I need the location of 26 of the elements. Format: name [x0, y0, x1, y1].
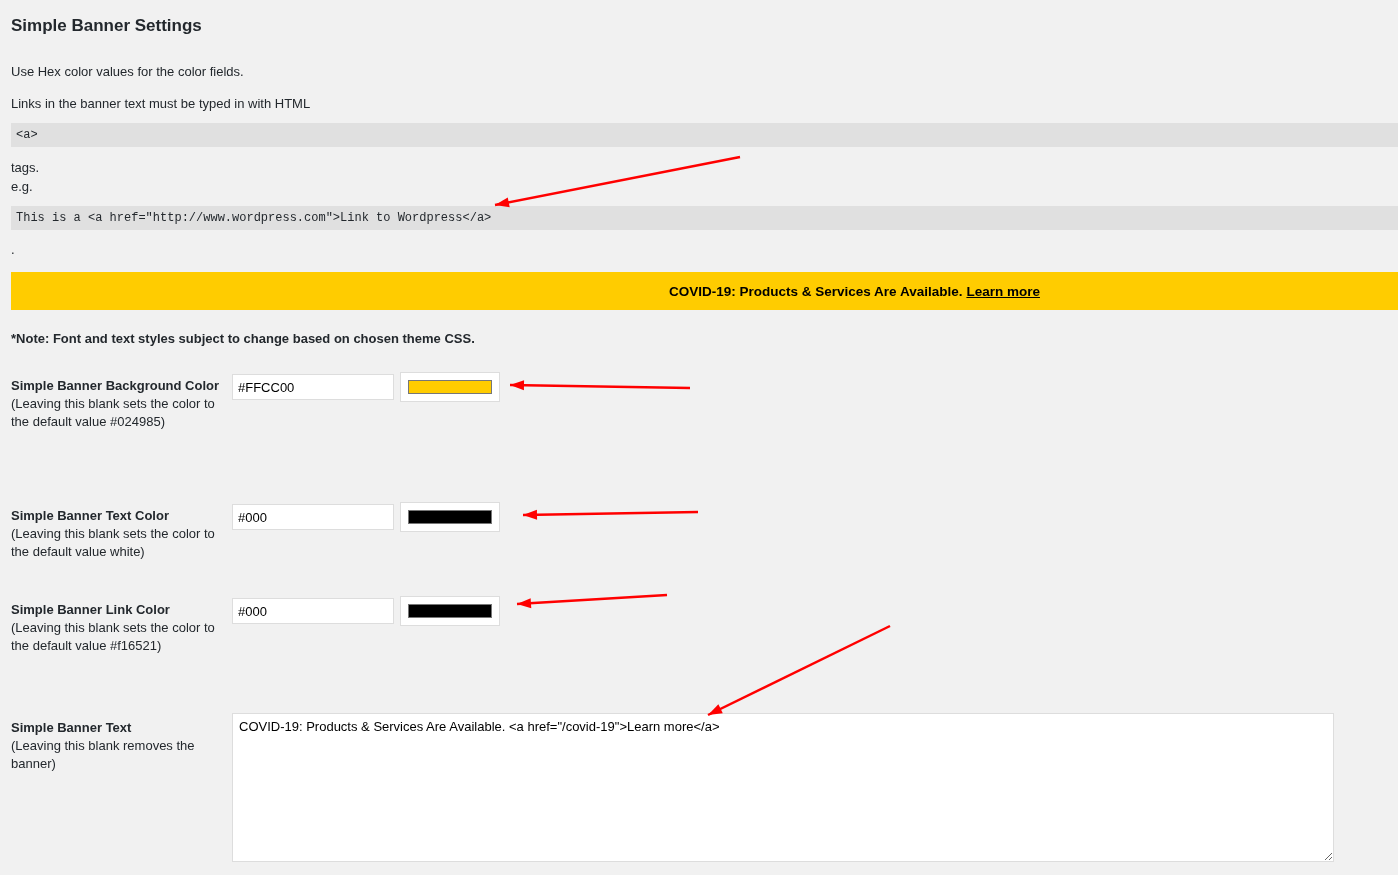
learn-more-link[interactable]: Learn more — [966, 283, 1040, 299]
instruction-text: Use Hex color values for the color fields. — [11, 63, 244, 81]
instruction-text: Links in the banner text must be typed in with HTML — [11, 95, 311, 113]
color-picker-button[interactable] — [400, 502, 500, 532]
field-label: Simple Banner Link Color — [11, 601, 171, 619]
code-snippet: <a> — [11, 123, 1398, 147]
instruction-text: e.g. — [11, 178, 33, 196]
color-picker-button[interactable] — [400, 596, 500, 626]
field-label: Simple Banner Background Color — [11, 377, 220, 395]
field-hint: (Leaving this blank removes the banner) — [11, 737, 196, 773]
field-label: Simple Banner Text Color — [11, 507, 170, 525]
page-title: Simple Banner Settings — [11, 15, 202, 37]
code-snippet: This is a <a href="http://www.wordpress.com">Link to Wordpress</a> — [11, 206, 1398, 230]
color-input-field[interactable]: #000 — [232, 504, 394, 530]
note-text: *Note: Font and text styles subject to change based on chosen theme CSS. — [11, 330, 475, 348]
instruction-text: tags. — [11, 159, 40, 177]
field-hint: (Leaving this blank sets the color to the default value #f16521) — [11, 619, 216, 655]
period-text: . — [11, 242, 15, 257]
banner-text: COVID-19: Products & Services Are Available. — [669, 283, 963, 299]
field-label: Simple Banner Text — [11, 719, 133, 737]
color-input-field[interactable]: #000 — [232, 598, 394, 624]
banner-text-area[interactable]: COVID-19: Products & Services Are Available. <a href="/covid-19">Learn more</a> — [232, 713, 1334, 862]
field-hint: (Leaving this blank sets the color to the default value #024985) — [11, 395, 216, 431]
color-picker-button[interactable] — [400, 372, 500, 402]
field-hint: (Leaving this blank sets the color to the default value white) — [11, 525, 216, 561]
color-input-field[interactable]: #FFCC00 — [232, 374, 394, 400]
